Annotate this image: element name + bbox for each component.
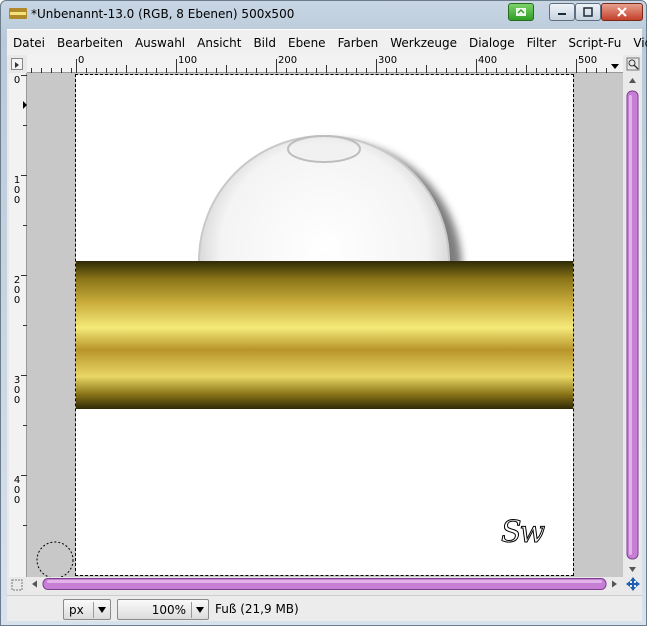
- chevron-down-icon: [93, 602, 109, 618]
- image-content-area: 0 100 200 300 400 500 0 100 200 300 400 …: [7, 55, 642, 621]
- zoom-select[interactable]: 100%: [117, 599, 209, 620]
- gimp-image-window: *Unbenannt-13.0 (RGB, 8 Ebenen) 500x500 …: [0, 0, 647, 626]
- menu-bar: Datei Bearbeiten Auswahl Ansicht Bild Eb…: [7, 29, 647, 55]
- menu-dialoge[interactable]: Dialoge: [463, 36, 521, 50]
- horizontal-ruler-ticks: [31, 59, 619, 73]
- window-status-icon[interactable]: [508, 3, 534, 21]
- hruler-label-500: 500: [578, 55, 598, 66]
- close-button[interactable]: [601, 3, 643, 21]
- scroll-up-icon: [629, 78, 636, 83]
- zoom-to-window-icon[interactable]: [626, 57, 640, 71]
- menu-ebene[interactable]: Ebene: [282, 36, 332, 50]
- unit-select[interactable]: px: [63, 599, 111, 620]
- menu-script-fu[interactable]: Script-Fu: [562, 36, 627, 50]
- menu-video[interactable]: Video: [627, 36, 647, 50]
- vruler-label-400: 400: [13, 475, 21, 506]
- scroll-right-icon: [612, 580, 617, 588]
- hruler-label-0: 0: [78, 55, 85, 66]
- unit-select-value: px: [69, 603, 84, 617]
- vruler-label-200: 200: [13, 275, 21, 306]
- gold-bar: [76, 261, 573, 409]
- close-icon: [617, 7, 627, 17]
- minimize-icon: [558, 13, 566, 15]
- minimize-button[interactable]: [549, 3, 575, 21]
- image-canvas[interactable]: Sw: [75, 74, 574, 576]
- image-menu-button[interactable]: [11, 58, 23, 70]
- horizontal-scrollbar-graphic: [32, 578, 617, 590]
- brush-outline-cursor: [36, 541, 74, 577]
- canvas-viewport[interactable]: Sw: [27, 73, 623, 577]
- maximize-icon: [583, 7, 593, 17]
- menu-farben[interactable]: Farben: [332, 36, 385, 50]
- menu-werkzeuge[interactable]: Werkzeuge: [384, 36, 463, 50]
- quick-mask-icon[interactable]: [11, 579, 23, 591]
- title-bar[interactable]: *Unbenannt-13.0 (RGB, 8 Ebenen) 500x500: [1, 1, 646, 27]
- navigate-icon[interactable]: [626, 577, 640, 591]
- horizontal-ruler[interactable]: 0 100 200 300 400 500: [27, 55, 623, 73]
- hruler-label-300: 300: [378, 55, 398, 66]
- signature-watermark: Sw: [500, 515, 545, 551]
- horizontal-scrollbar[interactable]: [27, 577, 623, 591]
- menu-arrow-icon: [15, 62, 19, 68]
- vruler-label-0: 0: [13, 75, 21, 86]
- chevron-down-icon: [191, 602, 207, 618]
- menu-bild[interactable]: Bild: [247, 36, 282, 50]
- app-icon: [9, 8, 27, 19]
- scroll-down-icon: [629, 567, 636, 572]
- maximize-button[interactable]: [575, 3, 601, 21]
- hruler-label-400: 400: [478, 55, 498, 66]
- vertical-scrollbar[interactable]: [625, 73, 640, 577]
- menu-filter[interactable]: Filter: [521, 36, 563, 50]
- scroll-left-icon: [32, 580, 37, 588]
- image-artwork: [76, 135, 573, 409]
- vertical-scrollbar-graphic: [626, 78, 639, 572]
- vruler-label-300: 300: [13, 375, 21, 406]
- hruler-label-200: 200: [278, 55, 298, 66]
- status-message: Fuß (21,9 MB): [215, 602, 299, 616]
- hruler-label-100: 100: [178, 55, 198, 66]
- menu-bearbeiten[interactable]: Bearbeiten: [51, 36, 129, 50]
- menu-auswahl[interactable]: Auswahl: [129, 36, 191, 50]
- status-bar: px 100% Fuß (21,9 MB): [7, 595, 642, 621]
- window-title: *Unbenannt-13.0 (RGB, 8 Ebenen) 500x500: [31, 7, 295, 21]
- vruler-label-100: 100: [13, 175, 21, 206]
- vertical-ruler[interactable]: 0 100 200 300 400: [9, 73, 27, 577]
- menu-ansicht[interactable]: Ansicht: [191, 36, 247, 50]
- menu-datei[interactable]: Datei: [7, 36, 51, 50]
- zoom-select-value: 100%: [151, 603, 186, 617]
